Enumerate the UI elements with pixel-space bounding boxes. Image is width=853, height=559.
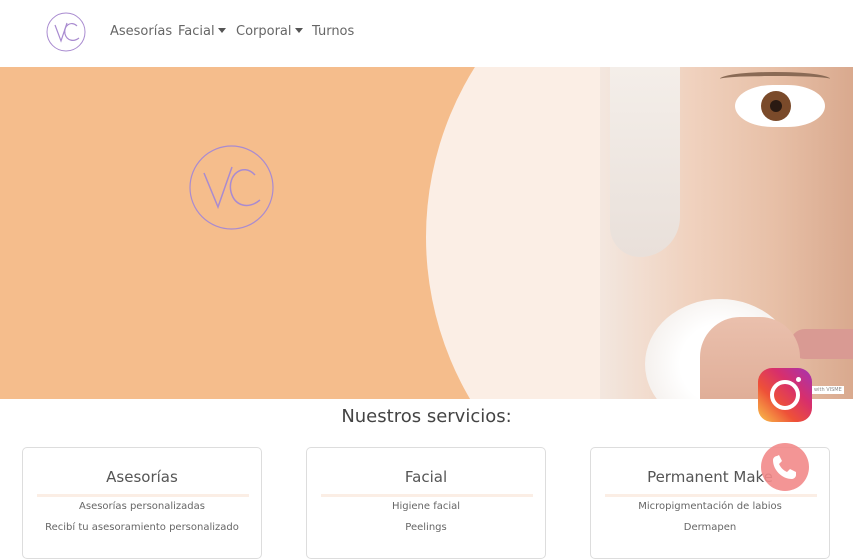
service-card-facial[interactable]: Facial Higiene facial Peelings: [306, 447, 546, 559]
instagram-dot: [796, 377, 801, 382]
nav-turnos-label: Turnos: [312, 24, 355, 39]
hero-banner: [0, 67, 853, 399]
nav-corporal-label: Corporal: [236, 24, 292, 39]
nav-turnos[interactable]: Turnos: [312, 24, 354, 39]
visme-watermark: with VISME: [812, 386, 844, 394]
caret-down-icon: [217, 28, 226, 33]
nav-asesorias[interactable]: Asesorías: [110, 24, 172, 39]
hero-iris: [761, 91, 791, 121]
hero-vc-logo-icon: [189, 145, 274, 230]
services-title: Nuestros servicios:: [341, 406, 512, 427]
nav-facial-dropdown[interactable]: Facial: [178, 24, 226, 39]
card-divider: [37, 494, 249, 497]
card-divider: [605, 494, 817, 497]
instagram-icon: [770, 380, 800, 410]
card-item[interactable]: Asesorías personalizadas: [23, 501, 261, 512]
nav-facial-label: Facial: [178, 24, 215, 39]
hero-pupil: [770, 100, 782, 112]
hero-eyebrow: [720, 72, 830, 86]
instagram-button[interactable]: [758, 368, 812, 422]
hero-eye: [735, 85, 825, 127]
card-item[interactable]: Micropigmentación de labios: [591, 501, 829, 512]
caret-down-icon: [294, 28, 303, 33]
hero-towel: [610, 67, 680, 257]
card-title: Asesorías: [106, 468, 178, 486]
nav-corporal-dropdown[interactable]: Corporal: [236, 24, 303, 39]
card-divider: [321, 494, 533, 497]
card-item[interactable]: Peelings: [307, 522, 545, 533]
phone-icon: [773, 455, 796, 479]
card-item[interactable]: Higiene facial: [307, 501, 545, 512]
card-title: Facial: [404, 468, 448, 486]
navbar: Asesorías Facial Corporal Turnos: [0, 0, 853, 66]
vc-logo-icon[interactable]: [46, 12, 86, 52]
service-card-asesorias[interactable]: Asesorías Asesorías personalizadas Recib…: [22, 447, 262, 559]
card-item[interactable]: Dermapen: [591, 522, 829, 533]
whatsapp-button[interactable]: [761, 443, 809, 491]
nav-asesorias-label: Asesorías: [110, 24, 173, 39]
card-item[interactable]: Recibí tu asesoramiento personalizado: [23, 522, 261, 533]
